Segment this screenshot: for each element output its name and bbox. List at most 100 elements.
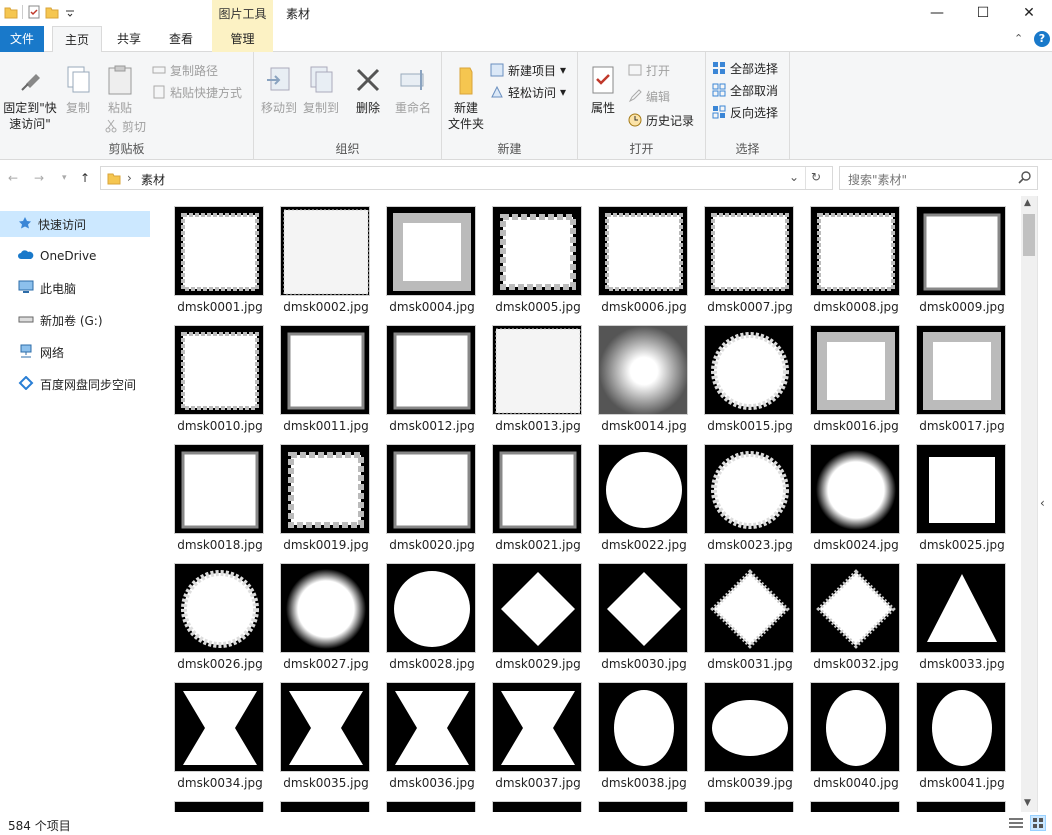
file-thumbnail[interactable] — [598, 682, 688, 772]
file-thumbnail[interactable] — [810, 563, 900, 653]
file-item[interactable]: dmsk0006.jpg — [584, 196, 690, 314]
file-thumbnail[interactable] — [174, 206, 264, 296]
file-item[interactable]: dmsk0004.jpg — [372, 196, 478, 314]
file-item[interactable]: dmsk0018.jpg — [160, 434, 266, 552]
file-item[interactable]: dmsk0031.jpg — [690, 553, 796, 671]
file-thumbnail[interactable] — [492, 563, 582, 653]
customize-dropdown-icon[interactable] — [63, 5, 77, 19]
vertical-scrollbar[interactable]: ▲ ▼ — [1021, 196, 1037, 812]
file-thumbnail[interactable] — [704, 325, 794, 415]
file-item[interactable]: dmsk0013.jpg — [478, 315, 584, 433]
file-item[interactable]: dmsk0034.jpg — [160, 672, 266, 790]
copy-to-button[interactable]: 复制到 — [300, 64, 342, 116]
history-button[interactable]: 历史记录 — [628, 110, 694, 130]
file-item[interactable]: dmsk0009.jpg — [902, 196, 1008, 314]
file-thumbnail[interactable] — [916, 325, 1006, 415]
file-item[interactable]: dmsk0030.jpg — [584, 553, 690, 671]
file-thumbnail[interactable] — [704, 563, 794, 653]
file-item[interactable]: dmsk0016.jpg — [796, 315, 902, 433]
file-item[interactable]: dmsk0014.jpg — [584, 315, 690, 433]
file-thumbnail[interactable] — [280, 444, 370, 534]
help-icon[interactable]: ? — [1034, 31, 1050, 47]
file-item[interactable]: dmsk0015.jpg — [690, 315, 796, 433]
file-item[interactable]: dmsk0036.jpg — [372, 672, 478, 790]
file-item[interactable]: dmsk0041.jpg — [902, 672, 1008, 790]
close-button[interactable]: ✕ — [1006, 0, 1052, 26]
back-arrow-icon[interactable]: ← — [8, 171, 18, 185]
file-item[interactable]: dmsk0021.jpg — [478, 434, 584, 552]
file-thumbnail-partial[interactable] — [810, 801, 900, 812]
folder-icon[interactable] — [4, 5, 18, 19]
scroll-thumb[interactable] — [1023, 214, 1035, 256]
sidebar-item-quick-access[interactable]: 快速访问 — [0, 211, 150, 237]
file-thumbnail[interactable] — [386, 563, 476, 653]
file-thumbnail[interactable] — [280, 206, 370, 296]
file-thumbnail[interactable] — [492, 325, 582, 415]
scroll-up-icon[interactable]: ▲ — [1024, 198, 1031, 208]
file-thumbnail[interactable] — [598, 563, 688, 653]
pin-quick-access-button[interactable]: 固定到"快 速访问" — [2, 64, 58, 132]
copy-path-button[interactable]: 复制路径 — [152, 60, 218, 80]
select-all-button[interactable]: 全部选择 — [712, 58, 778, 78]
edit-button[interactable]: 编辑 — [628, 86, 670, 106]
file-thumbnail[interactable] — [598, 444, 688, 534]
file-item[interactable]: dmsk0012.jpg — [372, 315, 478, 433]
file-thumbnail[interactable] — [810, 682, 900, 772]
move-to-button[interactable]: 移动到 — [258, 64, 300, 116]
file-thumbnail[interactable] — [386, 682, 476, 772]
breadcrumb[interactable]: 素材 — [141, 171, 165, 188]
file-item[interactable]: dmsk0037.jpg — [478, 672, 584, 790]
file-thumbnail[interactable] — [916, 682, 1006, 772]
address-dropdown-icon[interactable]: ⌄ — [789, 170, 799, 184]
file-thumbnail-partial[interactable] — [280, 801, 370, 812]
breadcrumb-separator[interactable]: › — [127, 171, 132, 185]
file-thumbnail[interactable] — [810, 206, 900, 296]
file-thumbnail[interactable] — [280, 563, 370, 653]
file-thumbnail-partial[interactable] — [386, 801, 476, 812]
file-thumbnail-partial[interactable] — [174, 801, 264, 812]
file-thumbnail[interactable] — [598, 206, 688, 296]
file-item[interactable]: dmsk0023.jpg — [690, 434, 796, 552]
open-button[interactable]: 打开 — [628, 60, 670, 80]
search-box[interactable]: 搜索"素材" — [839, 166, 1038, 190]
scroll-down-icon[interactable]: ▼ — [1024, 798, 1031, 808]
refresh-icon[interactable]: ↻ — [811, 170, 821, 184]
file-item[interactable]: dmsk0017.jpg — [902, 315, 1008, 433]
file-thumbnail-partial[interactable] — [704, 801, 794, 812]
file-item[interactable]: dmsk0025.jpg — [902, 434, 1008, 552]
file-thumbnail[interactable] — [386, 325, 476, 415]
file-thumbnail[interactable] — [492, 206, 582, 296]
rename-button[interactable]: 重命名 — [390, 64, 436, 116]
file-item[interactable]: dmsk0005.jpg — [478, 196, 584, 314]
sidebar-item-network[interactable]: 网络 — [0, 339, 150, 365]
file-item[interactable]: dmsk0001.jpg — [160, 196, 266, 314]
file-thumbnail-partial[interactable] — [598, 801, 688, 812]
recent-locations-icon[interactable]: ▾ — [62, 173, 67, 183]
address-bar[interactable]: › 素材 ⌄ ↻ — [100, 166, 833, 190]
new-item-button[interactable]: 新建项目 ▾ — [490, 60, 566, 80]
search-input[interactable]: 搜索"素材" — [848, 171, 907, 188]
file-item[interactable]: dmsk0002.jpg — [266, 196, 372, 314]
file-item[interactable]: dmsk0022.jpg — [584, 434, 690, 552]
up-arrow-icon[interactable]: ↑ — [80, 171, 90, 185]
file-item[interactable]: dmsk0028.jpg — [372, 553, 478, 671]
expand-pane-icon[interactable]: ‹ — [1040, 496, 1045, 510]
new-folder-button[interactable]: 新建 文件夹 — [446, 64, 486, 132]
file-thumbnail[interactable] — [174, 563, 264, 653]
tab-manage[interactable]: 管理 — [212, 26, 273, 52]
file-item[interactable]: dmsk0027.jpg — [266, 553, 372, 671]
file-thumbnail[interactable] — [598, 325, 688, 415]
tab-home[interactable]: 主页 — [52, 26, 102, 53]
sidebar-item-drive-g[interactable]: 新加卷 (G:) — [0, 307, 150, 333]
tab-file[interactable]: 文件 — [0, 26, 44, 52]
file-thumbnail[interactable] — [492, 444, 582, 534]
details-view-icon[interactable] — [1008, 816, 1024, 833]
delete-button[interactable]: 删除 — [350, 64, 386, 116]
file-item[interactable]: dmsk0024.jpg — [796, 434, 902, 552]
search-icon[interactable] — [1018, 170, 1032, 187]
file-item[interactable]: dmsk0038.jpg — [584, 672, 690, 790]
file-item[interactable]: dmsk0033.jpg — [902, 553, 1008, 671]
select-none-button[interactable]: 全部取消 — [712, 80, 778, 100]
file-thumbnail[interactable] — [704, 444, 794, 534]
file-item[interactable]: dmsk0007.jpg — [690, 196, 796, 314]
